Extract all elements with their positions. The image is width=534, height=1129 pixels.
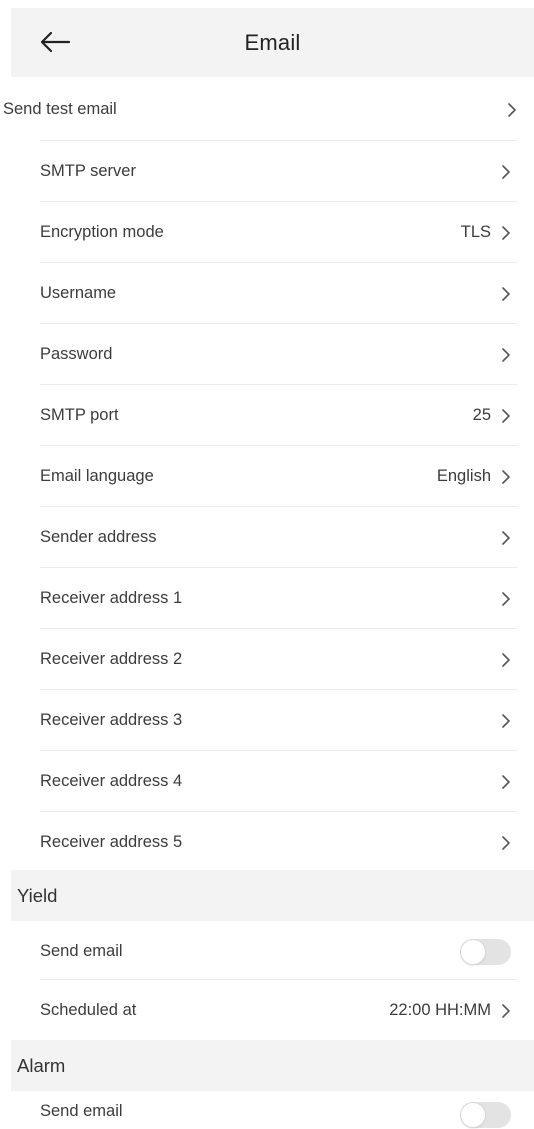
chevron-right-icon [501,286,511,302]
chevron-right-icon [501,469,511,485]
row-receiver-address-3[interactable]: Receiver address 3 [40,690,511,751]
row-label: Receiver address 3 [40,711,183,729]
chevron-right-icon [501,652,511,668]
email-language-value: English [436,467,491,485]
row-receiver-address-1[interactable]: Receiver address 1 [40,568,511,629]
page-title: Email [244,30,301,55]
row-label: Scheduled at [40,1001,137,1019]
chevron-right-icon [501,347,511,363]
row-label: Receiver address 2 [40,650,183,668]
row-password[interactable]: Password [40,324,511,385]
section-title: Alarm [17,1054,66,1076]
scheduled-time-value: 22:00 HH:MM [389,1001,491,1019]
row-send-test-email[interactable]: Send test email [3,79,517,140]
row-label: Password [40,345,113,363]
chevron-right-icon [501,1003,511,1019]
row-encryption-mode[interactable]: Encryption mode TLS [40,202,511,263]
encryption-mode-value: TLS [460,223,491,241]
row-receiver-address-4[interactable]: Receiver address 4 [40,751,511,812]
row-label: Encryption mode [40,223,164,241]
row-label: SMTP port [40,406,119,424]
section-header-alarm: Alarm [11,1040,534,1091]
chevron-right-icon [501,835,511,851]
row-label: Email language [40,467,154,485]
row-label: Send email [40,1102,123,1120]
chevron-right-icon [507,102,517,118]
row-alarm-send-email: Send email [40,1092,514,1129]
row-label: Send test email [3,100,117,118]
section-title: Yield [17,884,58,906]
row-smtp-server[interactable]: SMTP server [40,141,511,202]
row-label: Sender address [40,528,157,546]
yield-send-email-toggle[interactable] [460,938,511,965]
row-label: Receiver address 5 [40,833,183,851]
row-scheduled-at[interactable]: Scheduled at 22:00 HH:MM [40,980,511,1041]
chevron-right-icon [501,225,511,241]
chevron-right-icon [501,530,511,546]
chevron-right-icon [501,591,511,607]
row-sender-address[interactable]: Sender address [40,507,511,568]
row-yield-send-email: Send email [40,921,514,982]
row-username[interactable]: Username [40,263,511,324]
email-settings-screen: Email Send test email SMTP server Encryp… [0,0,534,1129]
row-label: Receiver address 4 [40,772,183,790]
chevron-right-icon [501,774,511,790]
chevron-right-icon [501,713,511,729]
chevron-right-icon [501,408,511,424]
row-label: SMTP server [40,162,136,180]
section-header-yield: Yield [11,870,534,921]
alarm-send-email-toggle[interactable] [460,1102,511,1128]
row-label: Send email [40,942,123,960]
row-receiver-address-2[interactable]: Receiver address 2 [40,629,511,690]
toggle-knob [461,1103,485,1127]
row-receiver-address-5[interactable]: Receiver address 5 [40,812,511,873]
row-smtp-port[interactable]: SMTP port 25 [40,385,511,446]
chevron-right-icon [501,164,511,180]
row-label: Username [40,284,117,302]
header-bar: Email [11,8,534,77]
row-label: Receiver address 1 [40,589,183,607]
smtp-port-value: 25 [472,406,491,424]
toggle-knob [461,939,485,964]
row-email-language[interactable]: Email language English [40,446,511,507]
